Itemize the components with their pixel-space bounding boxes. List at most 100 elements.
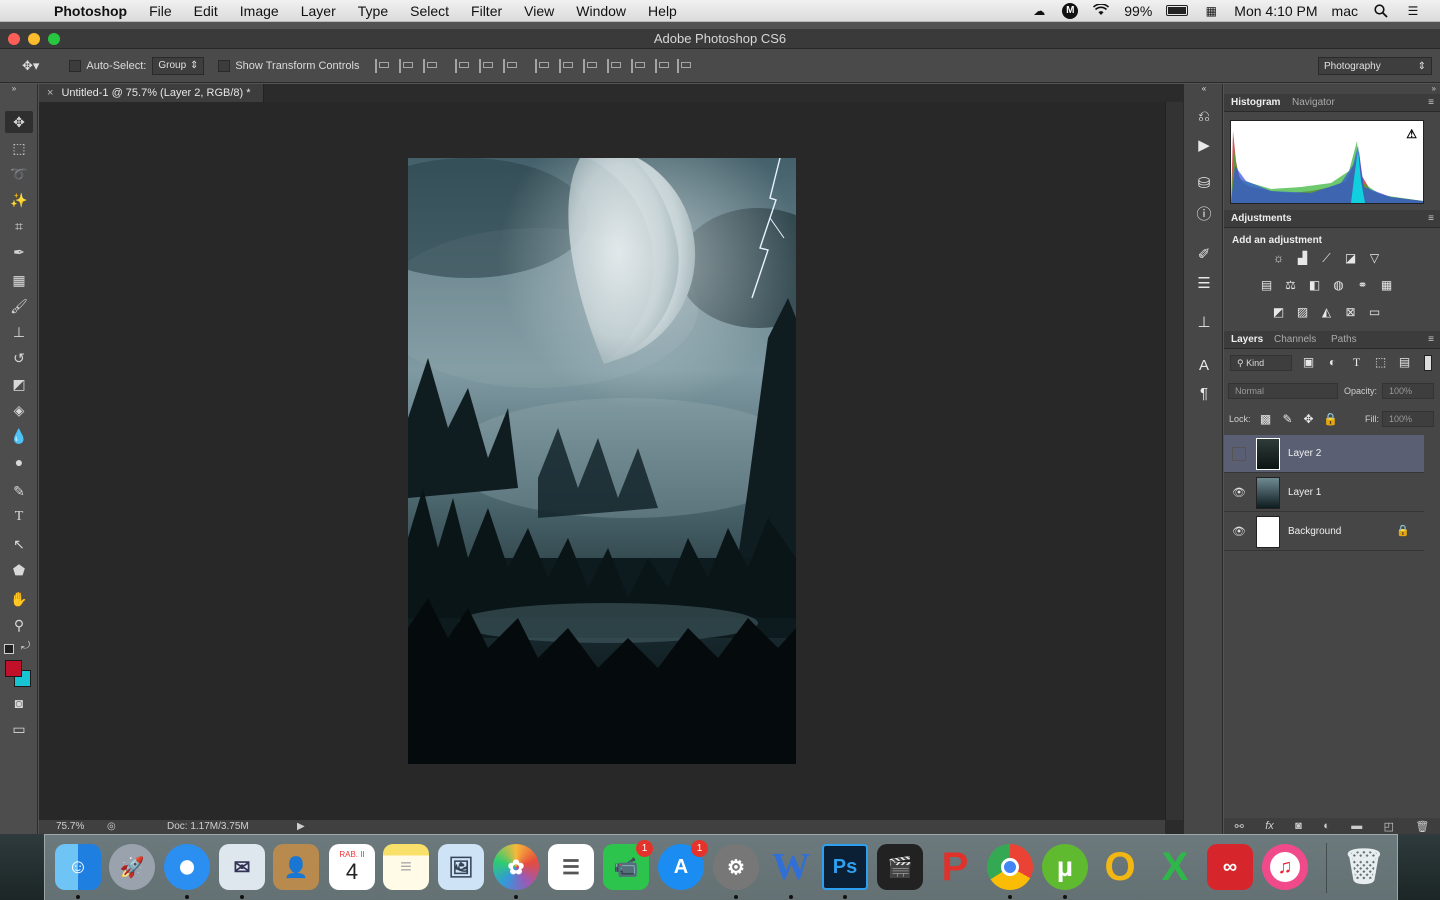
auto-align-layers-icon[interactable] — [677, 58, 692, 73]
channel-mixer-icon[interactable]: ⚭ — [1354, 278, 1371, 293]
export-icon[interactable]: ◎ — [107, 821, 116, 832]
lock-icon[interactable]: 🔒 — [1396, 524, 1410, 537]
paragraph-panel-icon[interactable]: ¶ — [1193, 383, 1215, 405]
tab-layers[interactable]: Layers — [1231, 334, 1263, 345]
black-white-icon[interactable]: ◧ — [1306, 278, 1323, 293]
distribute-horizontal-center-icon[interactable] — [631, 58, 646, 73]
layer-row-layer-1[interactable]: 👁 Layer 1 — [1224, 474, 1424, 512]
opacity-field[interactable]: 100% — [1382, 383, 1434, 399]
add-mask-icon[interactable]: ◙ — [1295, 820, 1302, 832]
menu-layer[interactable]: Layer — [301, 3, 336, 19]
photos-icon[interactable]: ✿ — [493, 844, 539, 890]
safari-icon[interactable]: ⊕ — [164, 844, 210, 890]
layer-thumbnail[interactable] — [1256, 516, 1280, 548]
color-balance-icon[interactable]: ⚖ — [1282, 278, 1299, 293]
distribute-vertical-center-icon[interactable] — [559, 58, 574, 73]
actions-panel-icon[interactable]: ▶ — [1193, 135, 1215, 157]
layer-row-background[interactable]: 👁 Background 🔒 — [1224, 513, 1424, 551]
tab-navigator[interactable]: Navigator — [1292, 97, 1335, 108]
screen-mode-icon[interactable]: ▭ — [5, 718, 33, 740]
collapse-panels-icon[interactable]: » — [1432, 84, 1436, 93]
filter-shape-icon[interactable]: ⬚ — [1372, 355, 1389, 370]
doc-size[interactable]: Doc: 1.17M/3.75M — [167, 821, 249, 832]
excel-icon[interactable]: X — [1152, 844, 1198, 890]
distribute-bottom-icon[interactable] — [583, 58, 598, 73]
lock-transparent-pixels-icon[interactable]: ▩ — [1257, 412, 1274, 427]
filter-adjustment-icon[interactable]: ◐ — [1324, 355, 1341, 370]
dodge-tool-icon[interactable]: ● — [5, 451, 33, 473]
eraser-tool-icon[interactable]: ◩ — [5, 373, 33, 395]
brush-tool-icon[interactable]: 🖌 — [5, 295, 33, 317]
brush-presets-panel-icon[interactable]: ☰ — [1193, 273, 1215, 295]
history-brush-tool-icon[interactable]: ↺ — [5, 347, 33, 369]
shape-tool-icon[interactable]: ⬟ — [5, 559, 33, 581]
show-transform-controls-checkbox[interactable] — [218, 59, 231, 72]
tab-adjustments[interactable]: Adjustments — [1231, 213, 1292, 224]
move-tool-icon[interactable]: ✥ — [5, 111, 33, 133]
vibrance-icon[interactable]: ▽ — [1366, 251, 1383, 266]
filter-type-icon[interactable]: T — [1348, 355, 1365, 370]
close-document-icon[interactable]: × — [47, 87, 53, 99]
posterize-icon[interactable]: ▨ — [1294, 305, 1311, 320]
distribute-top-icon[interactable] — [535, 58, 550, 73]
creative-cloud-status-icon[interactable]: ☁ — [1030, 4, 1048, 18]
app-store-icon[interactable]: A1 — [658, 840, 708, 890]
default-colors-icon[interactable] — [4, 644, 14, 654]
type-tool-icon[interactable]: T — [5, 506, 33, 528]
user-name[interactable]: mac — [1332, 3, 1358, 19]
menu-filter[interactable]: Filter — [471, 3, 502, 19]
photoshop-icon[interactable]: Ps — [822, 844, 868, 890]
invert-icon[interactable]: ◩ — [1270, 305, 1287, 320]
new-layer-icon[interactable]: ◰ — [1384, 820, 1394, 833]
panel-menu-icon[interactable]: ≡ — [1428, 334, 1434, 345]
align-bottom-icon[interactable] — [423, 58, 438, 73]
quick-selection-tool-icon[interactable]: ✨ — [5, 189, 33, 211]
align-right-icon[interactable] — [503, 58, 518, 73]
auto-select-dropdown[interactable]: Group ⇕ — [152, 56, 205, 75]
tab-channels[interactable]: Channels — [1274, 334, 1316, 345]
align-top-icon[interactable] — [375, 58, 390, 73]
workspace-dropdown[interactable]: Photography ⇕ — [1318, 57, 1432, 75]
lock-all-icon[interactable]: 🔒 — [1322, 412, 1339, 427]
gradient-map-icon[interactable]: ▭ — [1366, 305, 1383, 320]
layer-name[interactable]: Layer 2 — [1288, 448, 1321, 459]
clone-stamp-tool-icon[interactable]: ⊥ — [5, 321, 33, 343]
menu-file[interactable]: File — [149, 3, 172, 19]
hand-tool-icon[interactable]: ✋ — [5, 588, 33, 610]
delete-layer-icon[interactable]: 🗑 — [1415, 820, 1429, 833]
zoom-tool-icon[interactable]: ⚲ — [5, 614, 33, 636]
document-canvas-image[interactable] — [408, 158, 796, 764]
preview-icon[interactable]: 🖼 — [438, 844, 484, 890]
menu-edit[interactable]: Edit — [194, 3, 218, 19]
word-icon[interactable]: W — [768, 844, 814, 890]
brush-panel-icon[interactable]: ✐ — [1193, 244, 1215, 266]
wps-office-icon[interactable]: P — [932, 844, 978, 890]
move-tool-preset-icon[interactable]: ✥▾ — [22, 58, 39, 74]
fill-field[interactable]: 100% — [1382, 411, 1434, 427]
facetime-icon[interactable]: 📹 1 — [603, 840, 653, 890]
histogram-warning-icon[interactable]: ⚠ — [1406, 127, 1417, 141]
menu-select[interactable]: Select — [410, 3, 449, 19]
distribute-right-icon[interactable] — [655, 58, 670, 73]
visibility-toggle-empty[interactable] — [1232, 447, 1246, 461]
brightness-contrast-icon[interactable]: ☼ — [1270, 251, 1287, 266]
layer-style-icon[interactable]: fx — [1265, 820, 1274, 832]
align-left-icon[interactable] — [455, 58, 470, 73]
calendar-menu-icon[interactable]: ▦ — [1202, 4, 1220, 18]
menu-view[interactable]: View — [524, 3, 554, 19]
clock[interactable]: Mon 4:10 PM — [1234, 3, 1317, 19]
marquee-tool-icon[interactable]: ⬚ — [5, 137, 33, 159]
exposure-icon[interactable]: ◪ — [1342, 251, 1359, 266]
blend-mode-dropdown[interactable]: Normal — [1228, 383, 1338, 399]
clone-source-panel-icon[interactable]: ⊥ — [1193, 312, 1215, 334]
swap-colors-icon[interactable]: ⤾ — [21, 640, 30, 653]
distribute-left-icon[interactable] — [607, 58, 622, 73]
notification-center-icon[interactable]: ☰ — [1404, 4, 1422, 18]
auto-select-checkbox[interactable] — [69, 59, 82, 72]
final-cut-pro-icon[interactable]: 🎬 — [877, 844, 923, 890]
wifi-icon[interactable] — [1092, 2, 1110, 18]
filter-toggle-icon[interactable] — [1424, 355, 1432, 371]
layer-row-layer-2[interactable]: Layer 2 — [1224, 435, 1424, 473]
info-panel-icon[interactable]: ⓘ — [1193, 204, 1215, 226]
itunes-icon[interactable]: ♫ — [1262, 844, 1308, 890]
